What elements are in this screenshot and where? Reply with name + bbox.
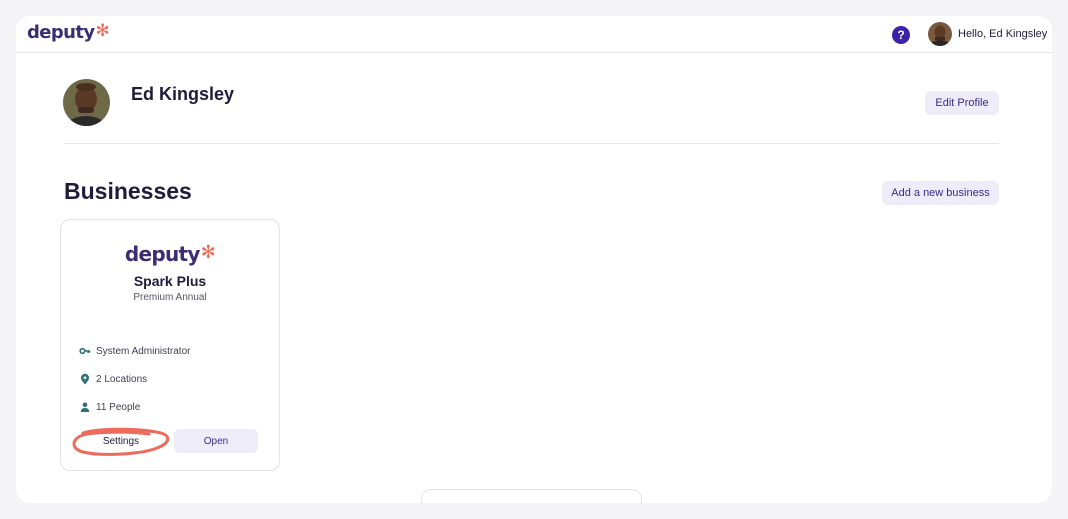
business-card: deputy ✻ Spark Plus Premium Annual System… xyxy=(60,219,280,471)
edit-profile-button[interactable]: Edit Profile xyxy=(925,91,999,115)
profile-name: Ed Kingsley xyxy=(131,84,235,104)
locations-row: 2 Locations xyxy=(79,373,147,385)
top-bar: deputy ✻ ? Hello, Ed Kingsley xyxy=(16,16,1052,53)
person-icon xyxy=(79,401,91,413)
location-pin-icon xyxy=(79,373,91,385)
help-icon[interactable]: ? xyxy=(892,26,910,44)
page-title: Businesses xyxy=(64,178,192,204)
logo-text: deputy xyxy=(27,22,95,43)
list-item xyxy=(421,489,642,503)
role-row: System Administrator xyxy=(79,345,190,357)
key-icon xyxy=(79,345,91,357)
people-row: 11 People xyxy=(79,401,140,413)
avatar[interactable] xyxy=(928,22,952,46)
business-logo-text: deputy xyxy=(124,242,201,266)
open-button[interactable]: Open xyxy=(174,429,258,453)
business-logo: deputy ✻ xyxy=(61,241,279,267)
logo-star-icon: ✻ xyxy=(200,241,216,263)
divider xyxy=(64,143,999,144)
locations-label: 2 Locations xyxy=(96,373,148,385)
people-label: 11 People xyxy=(96,401,141,413)
add-business-button[interactable]: Add a new business xyxy=(882,181,999,205)
user-greeting[interactable]: Hello, Ed Kingsley xyxy=(958,28,1047,40)
logo-star-icon: ✻ xyxy=(95,21,110,41)
profile-avatar xyxy=(63,79,110,126)
business-name: Spark Plus xyxy=(133,273,207,289)
business-plan: Premium Annual xyxy=(133,292,207,303)
deputy-logo[interactable]: deputy ✻ xyxy=(27,21,110,43)
app-window: deputy ✻ ? Hello, Ed Kingsley Ed Kingsley… xyxy=(16,16,1052,503)
settings-button[interactable]: Settings xyxy=(75,429,167,453)
role-label: System Administrator xyxy=(96,345,191,357)
